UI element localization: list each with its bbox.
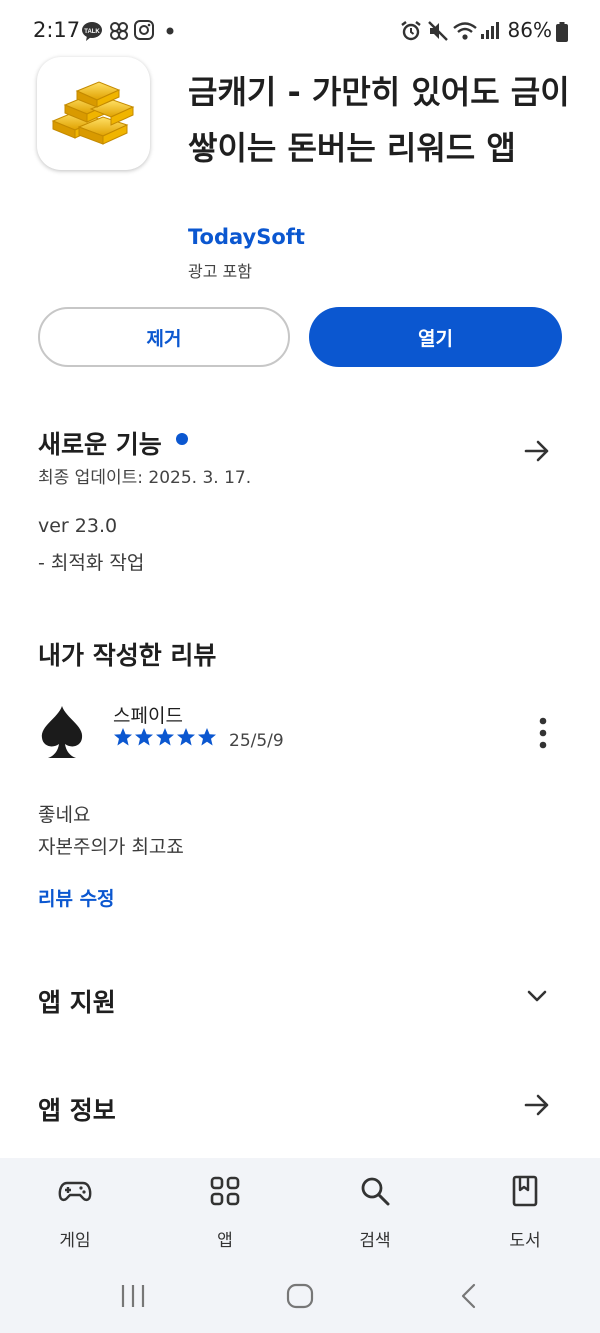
wifi-icon (453, 22, 477, 40)
nav-books-label: 도서 (509, 1231, 541, 1251)
new-indicator-dot (176, 433, 188, 445)
svg-text:TALK: TALK (84, 29, 100, 35)
app-support-title[interactable]: 앱 지원 (38, 983, 116, 1019)
nav-search-label: 검색 (359, 1231, 391, 1251)
my-review-title: 내가 작성한 리뷰 (38, 641, 217, 670)
star-icon (135, 728, 153, 746)
nav-search[interactable]: 검색 (315, 1174, 435, 1251)
arrow-right-icon[interactable] (523, 1091, 551, 1119)
book-icon (512, 1175, 538, 1207)
nav-books[interactable]: 도서 (465, 1174, 585, 1251)
system-navigation-bar (0, 1280, 600, 1320)
reviewer-name: 스페이드 (113, 705, 183, 727)
kakaotalk-icon: TALK (82, 22, 102, 41)
contains-ads-label: 광고 포함 (188, 262, 252, 281)
battery-percent: 86% (507, 18, 552, 42)
last-updated-text: 최종 업데이트: 2025. 3. 17. (38, 468, 252, 488)
status-time: 2:17 (33, 18, 81, 42)
nav-games-label: 게임 (59, 1231, 91, 1251)
app-icon (37, 57, 150, 170)
edit-review-link[interactable]: 리뷰 수정 (38, 884, 115, 911)
whats-new-title[interactable]: 새로운 기능 (38, 425, 162, 461)
review-text-line-2: 자본주의가 최고죠 (38, 836, 184, 858)
release-notes-text: - 최적화 작업 (38, 552, 145, 574)
apps-grid-icon (210, 1176, 240, 1206)
instagram-icon (134, 20, 154, 40)
nav-apps[interactable]: 앱 (165, 1174, 285, 1251)
chevron-down-icon[interactable] (524, 983, 550, 1009)
spade-avatar-icon (41, 706, 83, 758)
gamepad-icon (58, 1181, 92, 1202)
star-icon (198, 728, 216, 746)
app-title: 금캐기 - 가만히 있어도 금이 쌓이는 돈버는 리워드 앱 (188, 73, 570, 167)
star-icon (177, 728, 195, 746)
star-icon (156, 728, 174, 746)
back-icon[interactable] (457, 1282, 481, 1310)
app-info-title[interactable]: 앱 정보 (38, 1091, 116, 1127)
review-date: 25/5/9 (229, 731, 284, 751)
home-icon[interactable] (285, 1282, 315, 1310)
search-icon (361, 1177, 390, 1206)
battery-icon (556, 22, 568, 42)
open-button[interactable]: 열기 (309, 307, 562, 367)
mute-icon (428, 21, 448, 41)
nav-apps-label: 앱 (217, 1231, 233, 1251)
review-stars (113, 727, 217, 747)
uninstall-button[interactable]: 제거 (38, 307, 290, 367)
alarm-icon (401, 21, 421, 41)
gold-bars-icon (51, 81, 135, 145)
status-bar: 2:17 TALK 86% (0, 0, 600, 62)
version-text: ver 23.0 (38, 515, 118, 537)
signal-icon (481, 22, 499, 39)
pinwheel-icon (110, 22, 128, 40)
notification-dot-icon (166, 27, 174, 35)
arrow-right-icon[interactable] (523, 437, 551, 465)
recent-apps-icon[interactable] (118, 1282, 148, 1310)
star-icon (114, 728, 132, 746)
more-vert-icon[interactable] (530, 716, 556, 750)
review-text-line-1: 좋네요 (38, 804, 91, 826)
nav-games[interactable]: 게임 (15, 1174, 135, 1251)
developer-link[interactable]: TodaySoft (188, 225, 305, 249)
